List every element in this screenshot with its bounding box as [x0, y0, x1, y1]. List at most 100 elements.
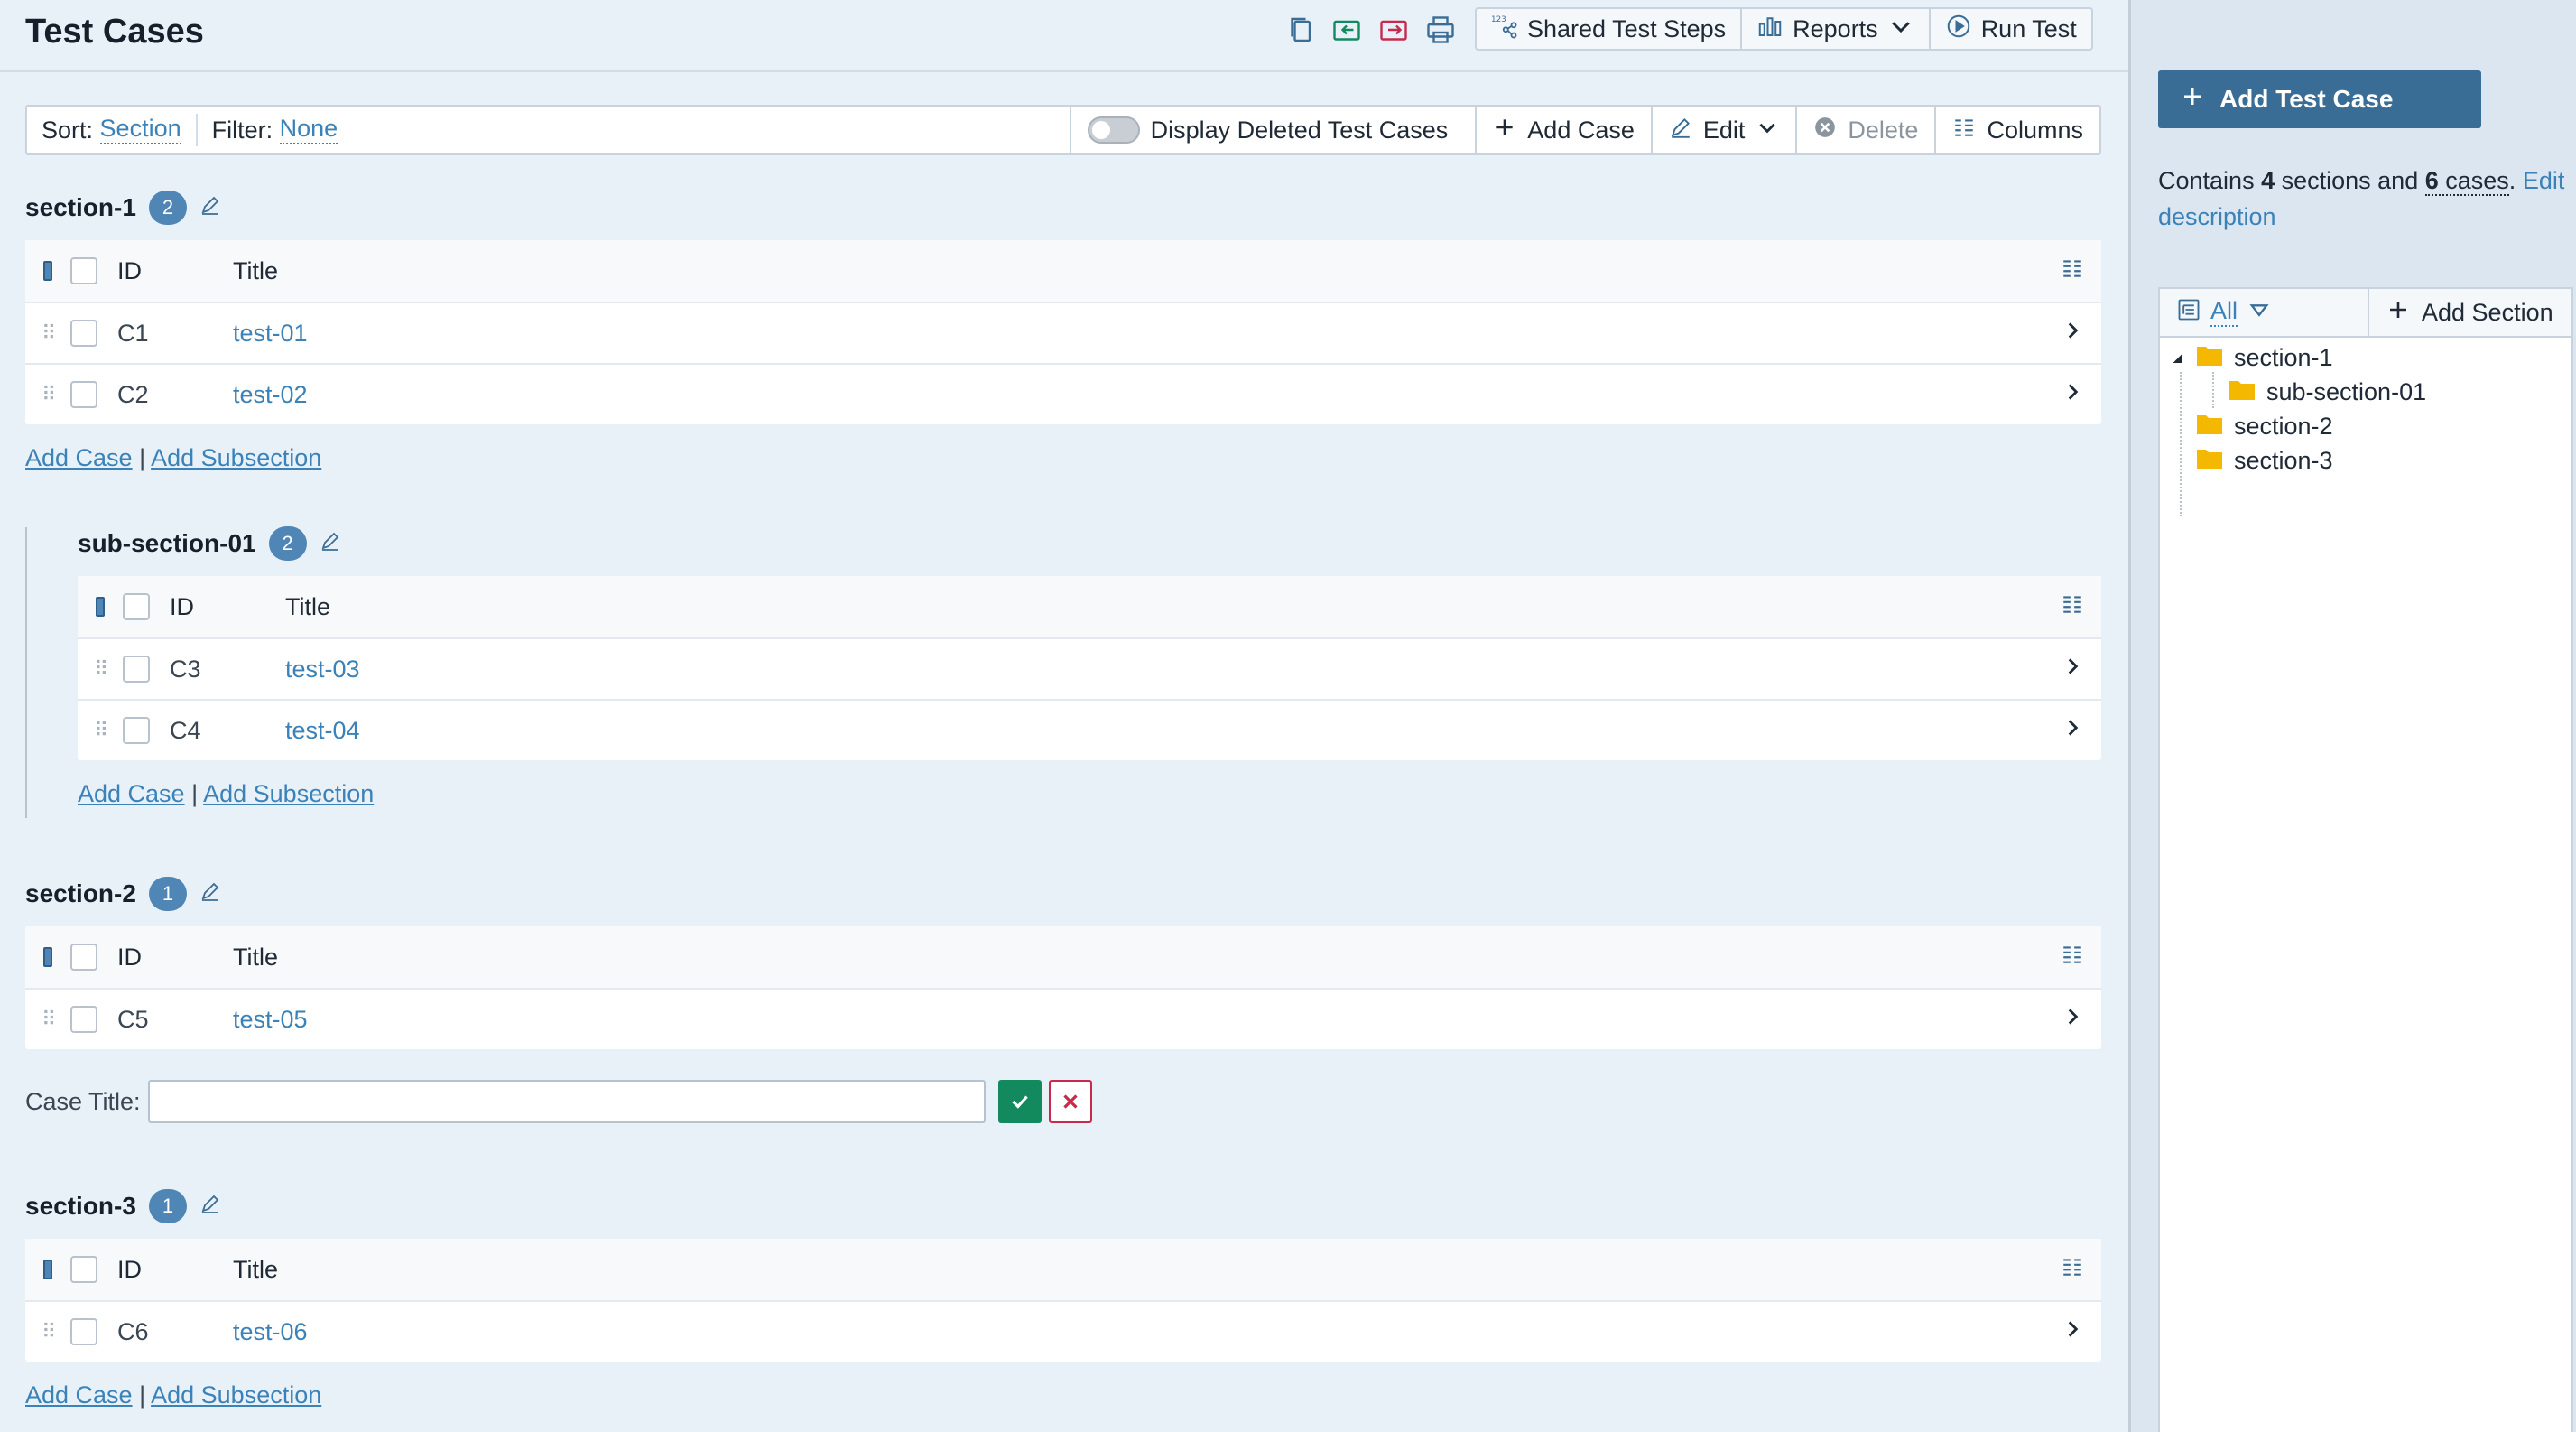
- row-checkbox[interactable]: [70, 1318, 97, 1345]
- tree-node-section-2[interactable]: section-2: [2196, 410, 2333, 442]
- edit-section-icon[interactable]: [199, 880, 221, 908]
- column-settings-icon[interactable]: [2061, 943, 2084, 972]
- filter-value-link[interactable]: None: [279, 115, 338, 144]
- tree-filter-value[interactable]: All: [2210, 297, 2238, 327]
- shared-test-steps-button[interactable]: 123 Shared Test Steps: [1477, 9, 1743, 49]
- add-section-button[interactable]: Add Section: [2369, 289, 2571, 336]
- case-count-link[interactable]: 6 cases: [2424, 167, 2509, 196]
- section-title[interactable]: sub-section-01: [78, 529, 256, 558]
- section-title[interactable]: section-2: [25, 879, 136, 908]
- id-column-header[interactable]: ID: [116, 257, 233, 285]
- chevron-right-icon[interactable]: [2061, 716, 2084, 746]
- row-checkbox[interactable]: [70, 320, 97, 347]
- sort-value-link[interactable]: Section: [99, 115, 181, 144]
- add-subsection-link[interactable]: Add Subsection: [151, 1381, 321, 1409]
- case-title-input[interactable]: [147, 1080, 986, 1123]
- id-column-header[interactable]: ID: [116, 1256, 233, 1284]
- section-title[interactable]: section-1: [25, 193, 136, 222]
- svg-text:123: 123: [1491, 15, 1506, 24]
- table-row[interactable]: ⠿ C3 test-03: [78, 637, 2101, 699]
- import-icon[interactable]: [1330, 13, 1363, 47]
- title-column-header[interactable]: Title: [285, 593, 2043, 621]
- page-header: Test Cases 123 Shared Test Steps Reports…: [0, 0, 2128, 72]
- case-title-link[interactable]: test-01: [233, 320, 308, 347]
- table-row[interactable]: ⠿ C1 test-01: [25, 302, 2101, 363]
- add-test-case-button[interactable]: Add Test Case: [2158, 70, 2481, 128]
- select-all-checkbox[interactable]: [123, 593, 150, 620]
- title-column-header[interactable]: Title: [233, 1256, 2043, 1284]
- tree-node-section-3[interactable]: section-3: [2196, 444, 2333, 477]
- display-deleted-toggle-group[interactable]: Display Deleted Test Cases: [1069, 107, 1476, 153]
- table-row[interactable]: ⠿ C6 test-06: [25, 1300, 2101, 1362]
- title-column-header[interactable]: Title: [233, 944, 2043, 972]
- tree-node-sub-section-01[interactable]: sub-section-01: [2229, 376, 2426, 408]
- columns-button[interactable]: Columns: [1934, 107, 2099, 153]
- column-settings-icon[interactable]: [2061, 256, 2084, 286]
- row-checkbox[interactable]: [123, 717, 150, 744]
- drag-handle-icon[interactable]: ⠿: [94, 657, 108, 681]
- copy-icon[interactable]: [1285, 13, 1318, 47]
- cases-toolbar: Sort: Section Filter: None Display Delet…: [25, 105, 2101, 155]
- case-title-link[interactable]: test-05: [233, 1006, 308, 1033]
- summary-middle: sections and: [2275, 167, 2425, 194]
- chevron-right-icon[interactable]: [2061, 655, 2084, 684]
- cancel-button[interactable]: [1048, 1080, 1092, 1123]
- chevron-right-icon[interactable]: [2061, 319, 2084, 349]
- delete-button[interactable]: Delete: [1795, 107, 1934, 153]
- drag-handle-icon[interactable]: ⠿: [42, 1008, 56, 1031]
- case-title-link[interactable]: test-06: [233, 1318, 308, 1345]
- edit-section-icon[interactable]: [320, 530, 341, 558]
- reports-button[interactable]: Reports: [1742, 9, 1931, 49]
- header-handle-icon: [96, 597, 105, 617]
- table-row[interactable]: ⠿ C5 test-05: [25, 988, 2101, 1049]
- id-column-header[interactable]: ID: [116, 944, 233, 972]
- title-column-header[interactable]: Title: [233, 257, 2043, 285]
- tree-node-label: section-3: [2234, 446, 2333, 474]
- drag-handle-icon[interactable]: ⠿: [94, 719, 108, 742]
- table-row[interactable]: ⠿ C2 test-02: [25, 363, 2101, 424]
- export-icon[interactable]: [1377, 13, 1410, 47]
- column-settings-icon[interactable]: [2061, 592, 2084, 622]
- select-all-checkbox[interactable]: [70, 1256, 97, 1283]
- edit-section-icon[interactable]: [199, 1193, 221, 1221]
- section-tree: All Add Section section-1 sub-section-01…: [2158, 287, 2573, 1432]
- confirm-button[interactable]: [997, 1080, 1042, 1123]
- add-subsection-link[interactable]: Add Subsection: [203, 780, 374, 807]
- add-subsection-link[interactable]: Add Subsection: [151, 444, 321, 471]
- tree-connector-line: [2212, 372, 2214, 408]
- drag-handle-icon[interactable]: ⠿: [42, 1320, 56, 1344]
- chevron-right-icon[interactable]: [2061, 380, 2084, 410]
- id-column-header[interactable]: ID: [168, 593, 285, 621]
- row-checkbox[interactable]: [70, 1006, 97, 1033]
- table-row[interactable]: ⠿ C4 test-04: [78, 699, 2101, 760]
- select-all-checkbox[interactable]: [70, 257, 97, 284]
- case-title-link[interactable]: test-04: [285, 717, 360, 744]
- section-title[interactable]: section-3: [25, 1192, 136, 1221]
- drag-handle-icon[interactable]: ⠿: [42, 383, 56, 406]
- cases-table: ID Title ⠿ C5 test-05: [25, 926, 2101, 1049]
- add-case-link[interactable]: Add Case: [78, 780, 185, 807]
- tree-node-section-1[interactable]: section-1: [2169, 341, 2333, 374]
- collapse-triangle-icon[interactable]: [2169, 344, 2185, 372]
- select-all-checkbox[interactable]: [70, 944, 97, 971]
- header-button-group: 123 Shared Test Steps Reports Run Test: [1475, 7, 2093, 51]
- drag-handle-icon[interactable]: ⠿: [42, 321, 56, 345]
- row-checkbox[interactable]: [123, 656, 150, 683]
- add-case-link[interactable]: Add Case: [25, 444, 133, 471]
- row-checkbox[interactable]: [70, 381, 97, 408]
- add-case-button[interactable]: Add Case: [1475, 107, 1651, 153]
- chevron-right-icon[interactable]: [2061, 1317, 2084, 1347]
- case-title-link[interactable]: test-03: [285, 656, 360, 683]
- display-deleted-toggle[interactable]: [1087, 116, 1140, 144]
- plus-icon: [1493, 116, 1516, 145]
- chevron-right-icon[interactable]: [2061, 1005, 2084, 1035]
- edit-button[interactable]: Edit: [1650, 107, 1796, 153]
- tree-filter-dropdown[interactable]: All: [2160, 289, 2369, 336]
- case-title-link[interactable]: test-02: [233, 381, 308, 408]
- add-case-link[interactable]: Add Case: [25, 1381, 133, 1409]
- edit-section-icon[interactable]: [199, 194, 221, 222]
- run-test-button[interactable]: Run Test: [1931, 9, 2091, 49]
- print-icon[interactable]: [1424, 13, 1457, 47]
- column-settings-icon[interactable]: [2061, 1255, 2084, 1285]
- display-deleted-label: Display Deleted Test Cases: [1150, 116, 1449, 144]
